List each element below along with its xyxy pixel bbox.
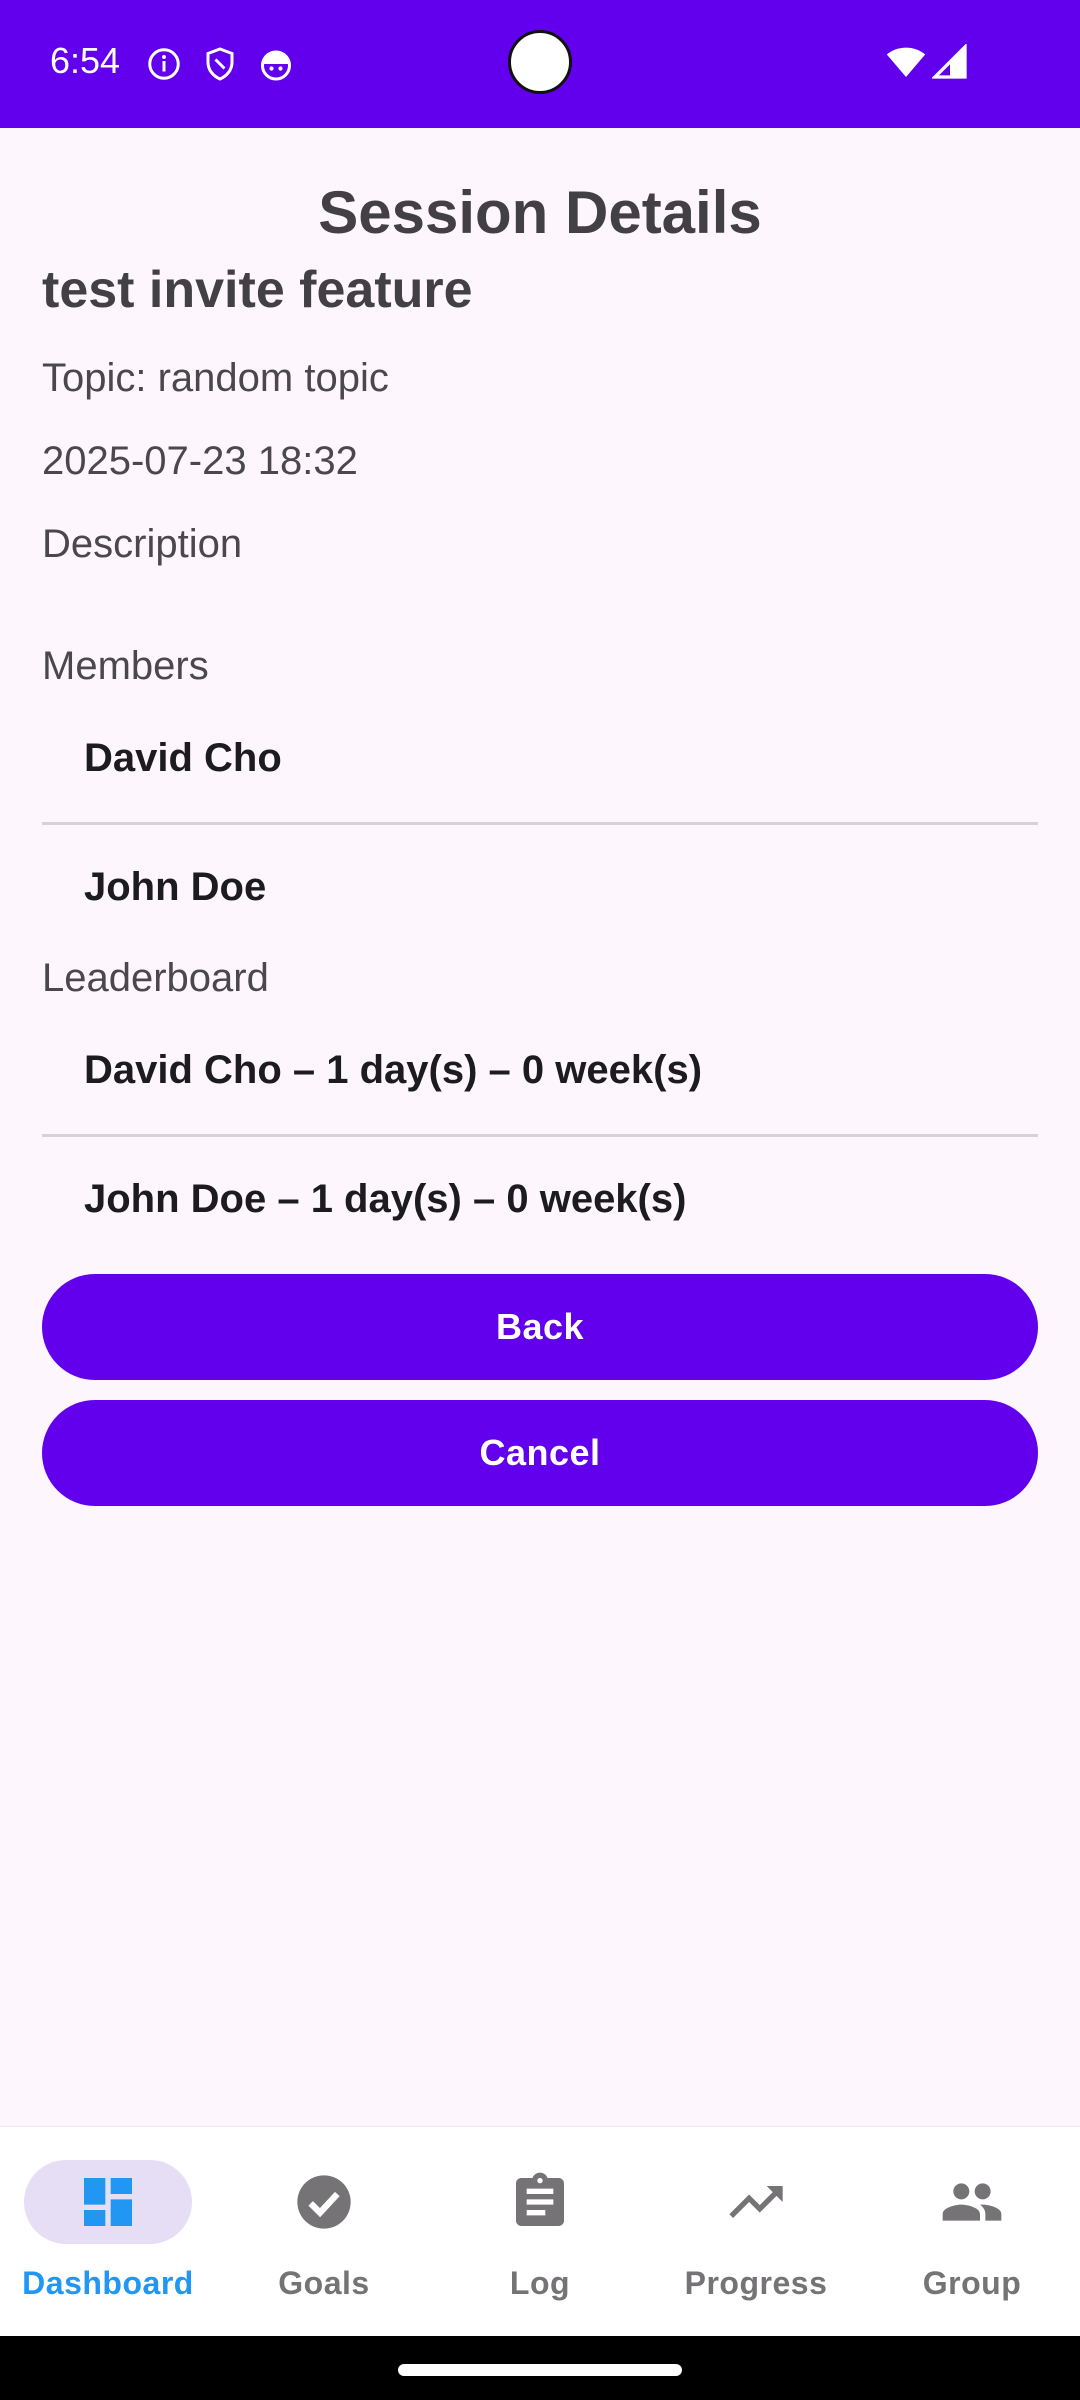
android-head-icon (261, 50, 291, 81)
member-item: John Doe (84, 865, 267, 909)
nav-label-log: Log (509, 2265, 571, 2301)
leaderboard-item: John Doe – 1 day(s) – 0 week(s) (84, 1177, 687, 1221)
status-icons-right (886, 44, 968, 80)
nav-item-group[interactable]: Group (864, 2127, 1080, 2337)
nav-item-dashboard[interactable]: Dashboard (0, 2127, 216, 2337)
cancel-button[interactable]: Cancel (42, 1400, 1038, 1506)
leaderboard-item: David Cho – 1 day(s) – 0 week(s) (84, 1048, 703, 1092)
nav-label-goals: Goals (278, 2265, 370, 2301)
session-datetime: 2025-07-23 18:32 (42, 439, 358, 483)
status-time: 6:54 (50, 40, 121, 81)
shield-icon (206, 47, 234, 81)
page-title: Session Details (318, 179, 762, 246)
session-topic: Topic: random topic (42, 356, 389, 400)
trending-up-icon (729, 2186, 783, 2218)
nav-item-progress[interactable]: Progress (648, 2127, 864, 2337)
check-circle-icon (297, 2175, 351, 2229)
nav-label-group: Group (922, 2265, 1022, 2301)
gesture-navigation-area (0, 2336, 1080, 2400)
status-bar: 6:54 (0, 0, 1080, 128)
member-item: David Cho (84, 736, 282, 780)
nav-item-goals[interactable]: Goals (216, 2127, 432, 2337)
dashboard-icon (84, 2178, 132, 2226)
camera-cutout (508, 30, 572, 94)
members-label: Members (42, 644, 209, 688)
bottom-navigation: Dashboard Goals Log Progress Group (0, 2126, 1080, 2336)
wifi-icon (886, 47, 926, 77)
session-name: test invite feature (42, 261, 473, 319)
nav-label-dashboard: Dashboard (22, 2265, 194, 2301)
info-icon (148, 48, 180, 80)
status-icons-left (146, 46, 294, 82)
cell-signal-icon (932, 44, 967, 79)
leaderboard-divider (42, 1134, 1038, 1137)
back-button[interactable]: Back (42, 1274, 1038, 1380)
nav-label-progress: Progress (684, 2265, 828, 2301)
leaderboard-label: Leaderboard (42, 956, 269, 1000)
clipboard-icon (516, 2172, 564, 2226)
description-label: Description (42, 522, 243, 566)
members-divider (42, 822, 1038, 825)
nav-item-log[interactable]: Log (432, 2127, 648, 2337)
home-gesture-handle[interactable] (398, 2364, 682, 2376)
group-icon (942, 2183, 1002, 2221)
